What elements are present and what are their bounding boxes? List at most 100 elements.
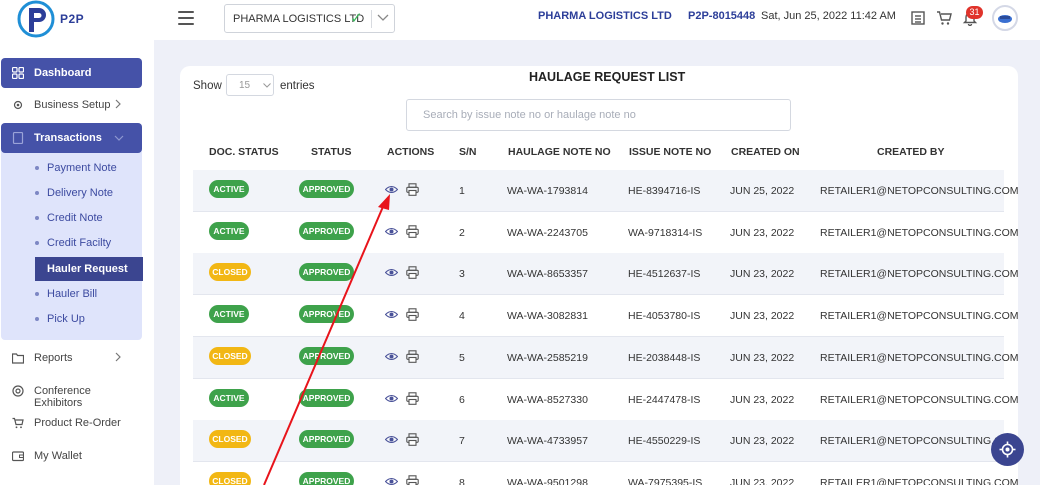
eye-icon[interactable] [385,392,398,405]
column-header-actions: ACTIONS [387,146,435,158]
column-header-sn[interactable]: S/N [459,146,477,158]
receipt-icon[interactable] [910,10,926,26]
column-header-haulage-note-no[interactable]: HAULAGE NOTE NO [508,146,611,158]
created-on-cell: JUN 23, 2022 [730,226,795,239]
print-icon[interactable] [406,183,419,196]
top-header: P2P PHARMA LOGISTICS LTD ✓ PHARMA LOGIST… [0,0,1040,40]
column-header-created-by[interactable]: CREATED BY [877,146,944,158]
created-on-cell: JUN 23, 2022 [730,435,795,448]
chevron-down-icon [263,83,271,88]
sidebar-item-dashboard[interactable]: Dashboard [1,58,142,88]
created-on-cell: JUN 23, 2022 [730,351,795,364]
sidebar-item-conference-exhibitors[interactable]: Conference Exhibitors [1,376,142,409]
print-icon[interactable] [406,433,419,447]
check-icon: ✓ [350,10,363,27]
folder-icon [12,353,24,364]
column-header-created-on[interactable]: CREATED ON [731,146,800,158]
doc-status-badge: ACTIVE [209,221,249,240]
submenu-label: Hauler Bill [47,288,98,300]
created-by-cell: RETAILER1@NETOPCONSULTING.COM [820,310,1019,323]
sidebar-item-label: Dashboard [34,67,92,79]
submenu-item-credit-note[interactable]: Credit Note [35,206,142,230]
sidebar-item-my-wallet[interactable]: My Wallet [1,441,142,471]
print-icon[interactable] [406,224,419,238]
sidebar-item-business-setup[interactable]: Business Setup [1,90,142,120]
avatar[interactable] [992,5,1018,31]
status-badge: APPROVED [299,346,354,365]
table-row[interactable]: CLOSED APPROVED 5 WA-WA-2585219 HE-20384… [193,336,1019,379]
company-select-value: PHARMA LOGISTICS LTD [233,13,365,25]
sidebar-item-label: My Wallet [34,450,82,462]
print-icon[interactable] [406,266,419,280]
sidebar-item-label: Business Setup [34,99,111,111]
settings-fab[interactable] [991,433,1024,466]
column-header-doc-status[interactable]: DOC. STATUS [209,146,279,158]
status-badge: APPROVED [299,263,354,282]
gear-icon [999,441,1016,458]
submenu-item-pick-up[interactable]: Pick Up [35,307,142,331]
eye-icon[interactable] [385,475,398,485]
created-by-cell: RETAILER1@NETOPCONSULTING.COM [820,185,1019,197]
notification-count[interactable]: 31 [966,6,983,19]
sidebar-item-product-reorder[interactable]: Product Re-Order [1,408,142,438]
eye-icon[interactable] [385,433,398,446]
company-select[interactable]: PHARMA LOGISTICS LTD ✓ [224,4,395,33]
search-input[interactable] [406,99,791,131]
print-icon[interactable] [406,391,419,405]
entries-select[interactable]: 15 [226,74,274,96]
issue-note-no-cell: WA-7975395-IS [628,476,703,485]
table-row[interactable]: ACTIVE APPROVED 2 WA-WA-2243705 WA-97183… [193,212,1019,254]
bullet-icon [35,166,39,170]
table-row[interactable]: CLOSED APPROVED 7 WA-WA-4733957 HE-45502… [193,420,1019,463]
sidebar-item-reports[interactable]: Reports [1,343,142,373]
menu-icon[interactable] [178,11,194,25]
status-badge: APPROVED [299,388,354,407]
table-row[interactable]: ACTIVE APPROVED 6 WA-WA-8527330 HE-24474… [193,379,1019,421]
haulage-note-no-cell: WA-WA-1793814 [507,185,588,197]
table-row[interactable]: CLOSED APPROVED 3 WA-WA-8653357 HE-45126… [193,253,1019,296]
issue-note-no-cell: HE-2038448-IS [628,351,701,364]
issue-note-no-cell: HE-2447478-IS [628,393,701,406]
print-icon[interactable] [406,350,419,363]
eye-icon[interactable] [385,266,398,279]
submenu-label: Credit Note [47,212,103,224]
column-header-status[interactable]: STATUS [311,146,351,158]
gear-icon [13,100,23,110]
sn-cell: 1 [459,185,465,197]
chevron-down-icon[interactable] [377,14,389,22]
sn-cell: 4 [459,310,465,323]
submenu-item-payment-note[interactable]: Payment Note [35,156,142,180]
submenu-label: Hauler Request [47,263,128,275]
select-divider [371,10,372,28]
eye-icon[interactable] [385,350,398,363]
table-row[interactable]: CLOSED APPROVED 8 WA-WA-9501298 WA-79753… [193,462,1019,485]
submenu-item-credit-facility[interactable]: Credit Facilty [35,231,142,255]
sidebar-item-transactions[interactable]: Transactions [1,123,142,153]
print-icon[interactable] [406,475,419,485]
haulage-note-no-cell: WA-WA-8527330 [507,393,588,406]
eye-icon[interactable] [385,308,398,321]
sn-cell: 7 [459,435,465,448]
page-title: HAULAGE REQUEST LIST [529,70,686,84]
column-header-issue-note-no[interactable]: ISSUE NOTE NO [629,146,711,158]
submenu-item-delivery-note[interactable]: Delivery Note [35,181,142,205]
p2p-logo[interactable] [16,0,56,38]
issue-note-no-cell: HE-8394716-IS [628,185,701,197]
doc-status-badge: CLOSED [209,471,251,485]
eye-icon[interactable] [385,225,398,238]
haulage-note-no-cell: WA-WA-4733957 [507,435,588,448]
submenu-item-hauler-bill[interactable]: Hauler Bill [35,282,142,306]
chevron-down-icon [114,135,124,141]
table-row[interactable]: ACTIVE APPROVED 1 WA-WA-1793814 HE-83947… [193,170,1019,212]
submenu-item-hauler-request[interactable]: Hauler Request [35,257,143,281]
cart-icon[interactable] [936,10,952,26]
doc-status-badge: CLOSED [209,430,251,449]
table-row[interactable]: ACTIVE APPROVED 4 WA-WA-3082831 HE-40537… [193,295,1019,338]
sn-cell: 5 [459,351,465,364]
created-by-cell: RETAILER1@NETOPCONSULTING.COM [820,476,1019,485]
doc-status-badge: ACTIVE [209,180,249,198]
eye-icon[interactable] [385,183,398,196]
sn-cell: 2 [459,226,465,239]
submenu-label: Credit Facilty [47,237,112,249]
print-icon[interactable] [406,308,419,321]
